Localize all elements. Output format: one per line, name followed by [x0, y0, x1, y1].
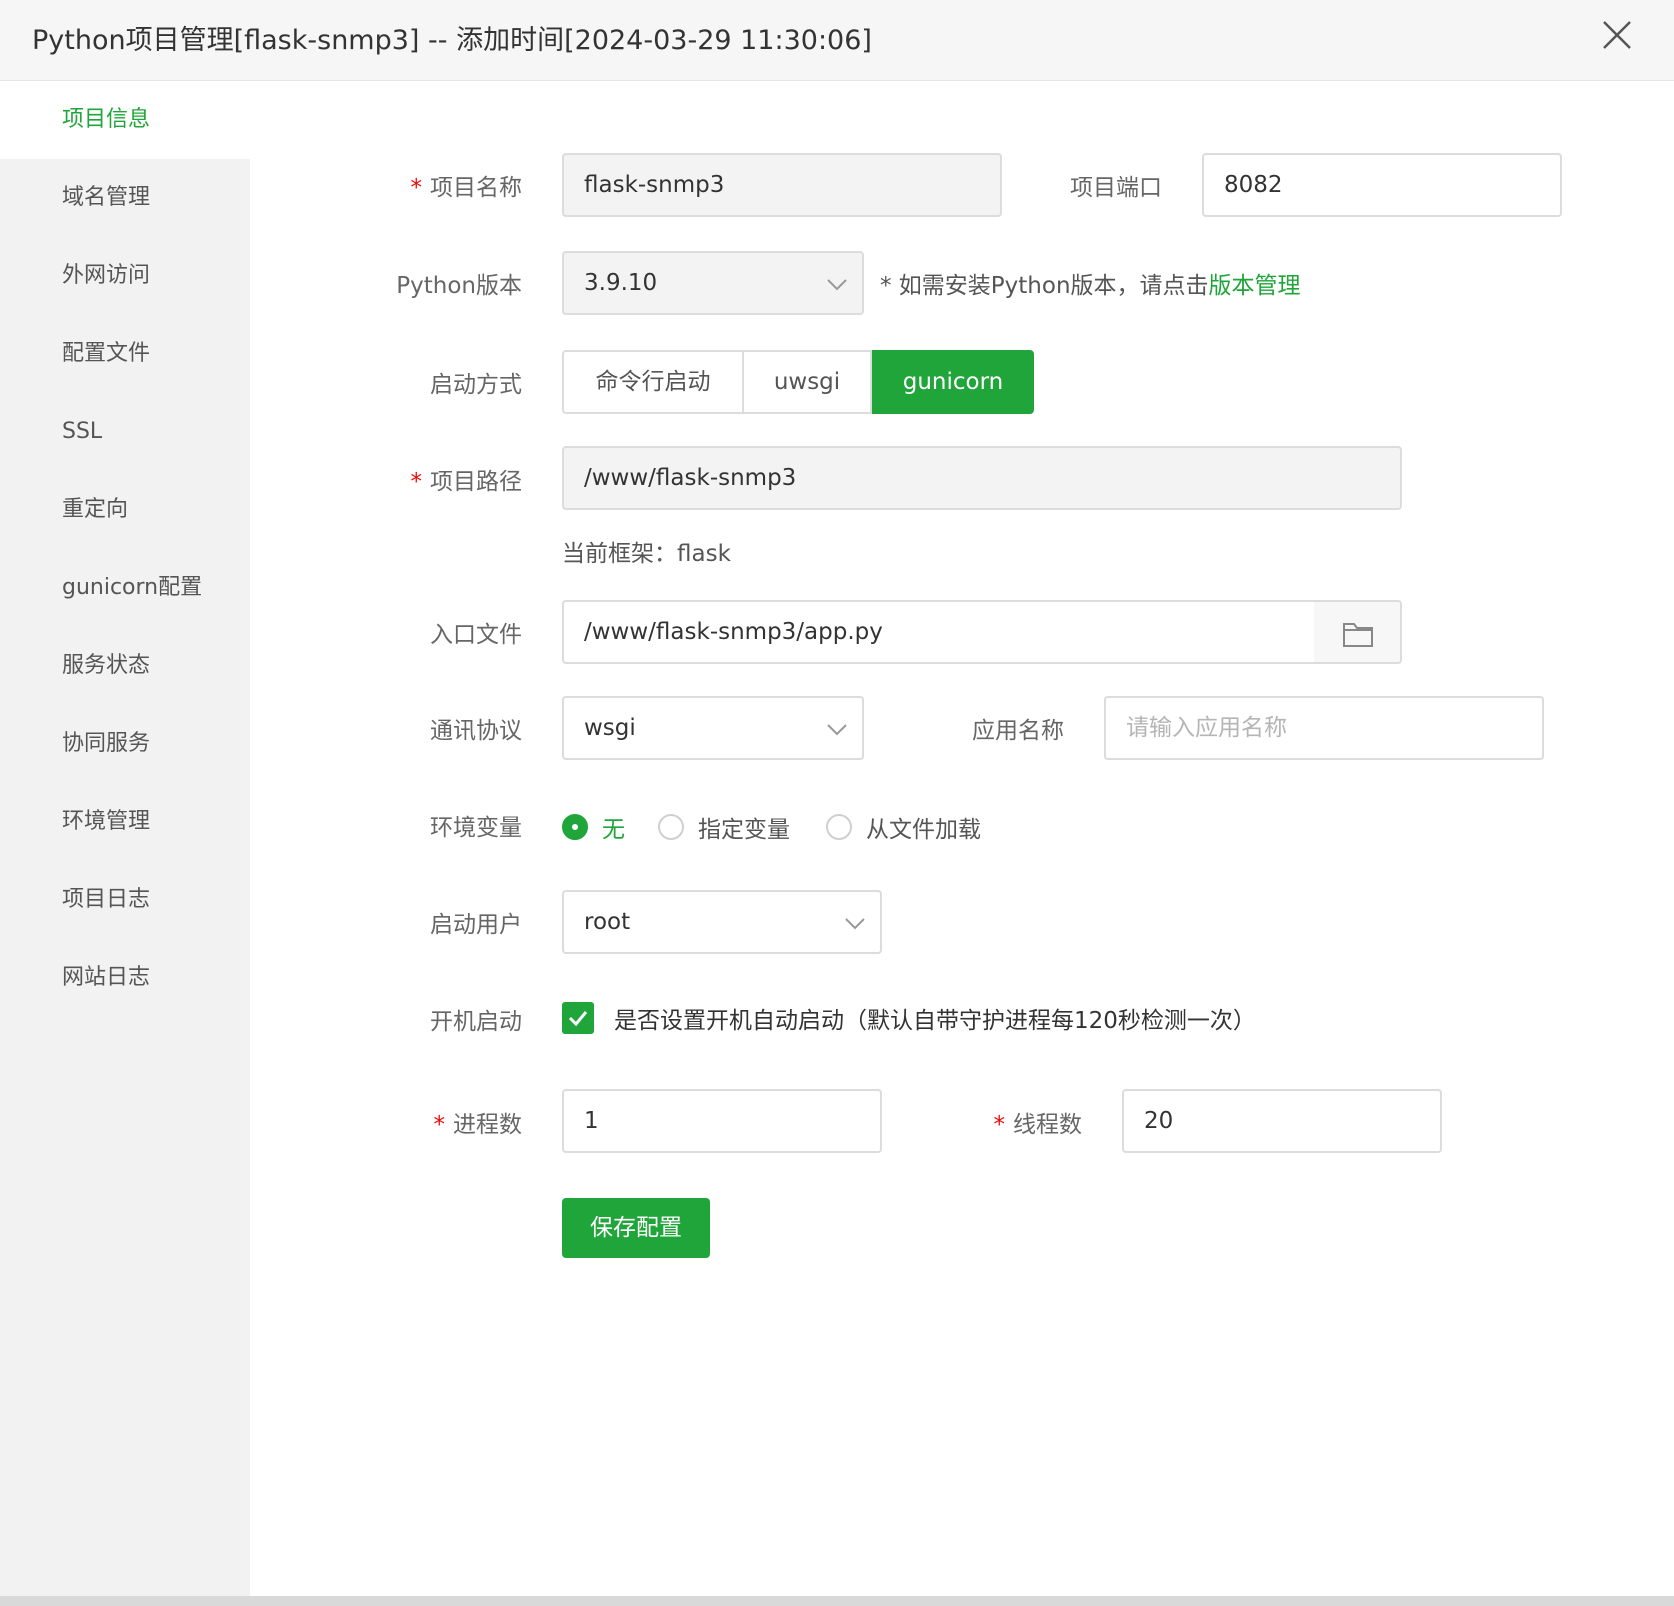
sidebar-item-service-status[interactable]: 服务状态	[0, 627, 250, 705]
sidebar-item-gunicorn-config[interactable]: gunicorn配置	[0, 549, 250, 627]
version-management-link[interactable]: 版本管理	[1209, 273, 1301, 299]
chevron-down-icon	[827, 279, 847, 291]
processes-input[interactable]: 1	[562, 1089, 882, 1153]
background-strip	[0, 1596, 1674, 1606]
processes-label: * 进程数	[433, 1112, 523, 1138]
entry-file-label: 入口文件	[430, 622, 522, 648]
project-port-input[interactable]: 8082	[1202, 153, 1562, 217]
required-mark: *	[410, 469, 423, 495]
dialog-titlebar: Python项目管理[flask-snmp3] -- 添加时间[2024-03-…	[0, 0, 1674, 81]
project-port-label: 项目端口	[1070, 175, 1162, 201]
sidebar-item-site-log[interactable]: 网站日志	[0, 939, 250, 1017]
start-method-label: 启动方式	[430, 372, 522, 398]
env-vars-file-radio[interactable]: 从文件加载	[826, 810, 981, 844]
sidebar-item-config-file[interactable]: 配置文件	[0, 315, 250, 393]
python-version-label: Python版本	[396, 273, 522, 299]
app-name-label: 应用名称	[972, 718, 1064, 744]
sidebar-item-domain[interactable]: 域名管理	[0, 159, 250, 237]
save-config-button[interactable]: 保存配置	[562, 1198, 710, 1258]
protocol-select[interactable]: wsgi	[562, 696, 864, 760]
start-method-cmd-button[interactable]: 命令行启动	[562, 350, 744, 414]
env-vars-label: 环境变量	[430, 815, 522, 841]
radio-dot	[826, 814, 852, 840]
folder-icon	[1343, 623, 1373, 647]
required-mark: *	[410, 175, 423, 201]
close-icon[interactable]	[1600, 18, 1634, 52]
sidebar-item-external-access[interactable]: 外网访问	[0, 237, 250, 315]
python-version-hint: * 如需安装Python版本，请点击版本管理	[880, 273, 1301, 299]
sidebar-item-project-log[interactable]: 项目日志	[0, 861, 250, 939]
sidebar-nav: 项目信息 域名管理 外网访问 配置文件 SSL 重定向 gunicorn配置 服…	[0, 81, 250, 1606]
run-user-value: root	[584, 909, 631, 935]
start-method-gunicorn-button[interactable]: gunicorn	[872, 350, 1034, 414]
sidebar-item-collab-service[interactable]: 协同服务	[0, 705, 250, 783]
entry-file-input[interactable]: /www/flask-snmp3/app.py	[562, 600, 1316, 664]
dialog-title: Python项目管理[flask-snmp3] -- 添加时间[2024-03-…	[32, 25, 872, 56]
autostart-checkbox[interactable]	[562, 1002, 594, 1034]
sidebar-item-project-info[interactable]: 项目信息	[0, 81, 250, 159]
sidebar-item-ssl[interactable]: SSL	[0, 393, 250, 471]
project-name-label: * 项目名称	[410, 175, 523, 201]
start-method-uwsgi-button[interactable]: uwsgi	[744, 350, 872, 414]
radio-dot	[562, 814, 588, 840]
check-icon	[568, 1011, 588, 1027]
sidebar-item-env-management[interactable]: 环境管理	[0, 783, 250, 861]
framework-note: 当前框架：flask	[562, 541, 731, 567]
env-vars-none-radio[interactable]: 无	[562, 810, 625, 844]
project-name-input[interactable]: flask-snmp3	[562, 153, 1002, 217]
protocol-label: 通讯协议	[430, 718, 522, 744]
project-dialog: Python项目管理[flask-snmp3] -- 添加时间[2024-03-…	[0, 0, 1674, 1606]
app-name-input[interactable]: 请输入应用名称	[1104, 696, 1544, 760]
sidebar-item-redirect[interactable]: 重定向	[0, 471, 250, 549]
chevron-down-icon	[827, 724, 847, 736]
env-vars-specify-radio[interactable]: 指定变量	[658, 810, 790, 844]
autostart-label: 开机启动	[430, 1009, 522, 1035]
autostart-text: 是否设置开机自动启动（默认自带守护进程每120秒检测一次）	[614, 1008, 1256, 1034]
python-version-value: 3.9.10	[584, 270, 658, 296]
required-mark: *	[433, 1112, 446, 1138]
radio-dot	[658, 814, 684, 840]
project-path-label: * 项目路径	[410, 469, 523, 495]
run-user-label: 启动用户	[430, 912, 522, 938]
protocol-value: wsgi	[584, 715, 636, 741]
project-path-input[interactable]: /www/flask-snmp3	[562, 446, 1402, 510]
app-name-placeholder: 请输入应用名称	[1126, 715, 1287, 741]
run-user-select[interactable]: root	[562, 890, 882, 954]
autostart-row: 是否设置开机自动启动（默认自带守护进程每120秒检测一次）	[562, 1001, 1256, 1035]
chevron-down-icon	[845, 918, 865, 930]
start-method-group: 命令行启动 uwsgi gunicorn	[562, 350, 1034, 414]
python-version-select[interactable]: 3.9.10	[562, 251, 864, 315]
threads-label: * 线程数	[993, 1112, 1083, 1138]
browse-folder-button[interactable]	[1314, 600, 1402, 664]
threads-input[interactable]: 20	[1122, 1089, 1442, 1153]
required-mark: *	[993, 1112, 1006, 1138]
